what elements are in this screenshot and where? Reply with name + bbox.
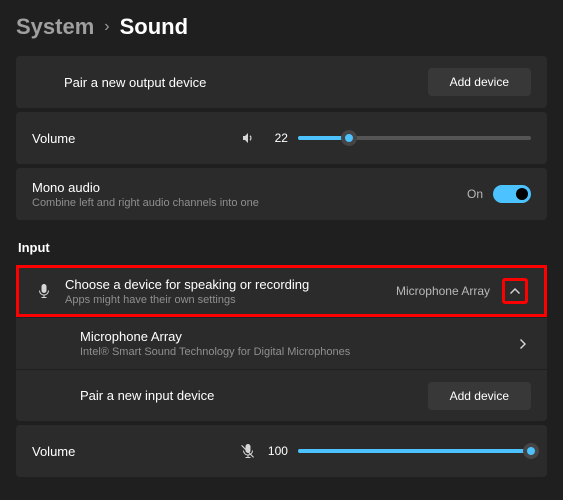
selected-input-device: Microphone Array: [396, 284, 490, 298]
input-device-row[interactable]: Microphone Array Intel® Smart Sound Tech…: [16, 317, 547, 369]
mono-audio-subtitle: Combine left and right audio channels in…: [32, 197, 467, 209]
collapse-input-button[interactable]: [502, 278, 528, 304]
input-device-subtitle: Intel® Smart Sound Technology for Digita…: [80, 346, 515, 358]
choose-input-subtitle: Apps might have their own settings: [65, 294, 396, 306]
speaker-icon: [240, 130, 256, 146]
input-section-label: Input: [18, 240, 547, 255]
page-title: Sound: [120, 14, 188, 40]
pair-input-row: Pair a new input device Add device: [16, 369, 547, 421]
microphone-icon: [36, 283, 52, 299]
add-output-device-button[interactable]: Add device: [428, 68, 531, 96]
output-volume-slider[interactable]: [298, 136, 531, 140]
output-volume-row: Volume 22: [16, 112, 547, 164]
breadcrumb-parent[interactable]: System: [16, 14, 94, 40]
pair-output-row: Pair a new output device Add device: [16, 56, 547, 108]
pair-input-label: Pair a new input device: [80, 388, 428, 403]
mono-audio-state: On: [467, 187, 483, 201]
input-volume-value: 100: [266, 444, 288, 458]
mono-audio-card: Mono audio Combine left and right audio …: [16, 168, 547, 220]
input-volume-card: Volume 100: [16, 425, 547, 477]
input-volume-label: Volume: [32, 444, 240, 459]
output-volume-value: 22: [266, 131, 288, 145]
choose-input-row[interactable]: Choose a device for speaking or recordin…: [16, 265, 547, 317]
add-input-device-button[interactable]: Add device: [428, 382, 531, 410]
mono-audio-title: Mono audio: [32, 180, 467, 195]
chevron-right-icon: [515, 336, 531, 352]
breadcrumb: System › Sound: [16, 14, 547, 40]
input-device-card: Choose a device for speaking or recordin…: [16, 265, 547, 421]
mono-audio-row[interactable]: Mono audio Combine left and right audio …: [16, 168, 547, 220]
chevron-up-icon: [507, 283, 523, 299]
input-volume-slider[interactable]: [298, 449, 531, 453]
mono-audio-toggle[interactable]: On: [467, 185, 531, 203]
output-volume-label: Volume: [32, 131, 240, 146]
input-volume-row: Volume 100: [16, 425, 547, 477]
output-volume-card: Volume 22: [16, 112, 547, 164]
chevron-right-icon: ›: [104, 18, 109, 36]
output-pair-card: Pair a new output device Add device: [16, 56, 547, 108]
input-device-name: Microphone Array: [80, 329, 515, 344]
microphone-muted-icon: [240, 443, 256, 459]
pair-output-label: Pair a new output device: [64, 75, 428, 90]
choose-input-title: Choose a device for speaking or recordin…: [65, 277, 396, 292]
